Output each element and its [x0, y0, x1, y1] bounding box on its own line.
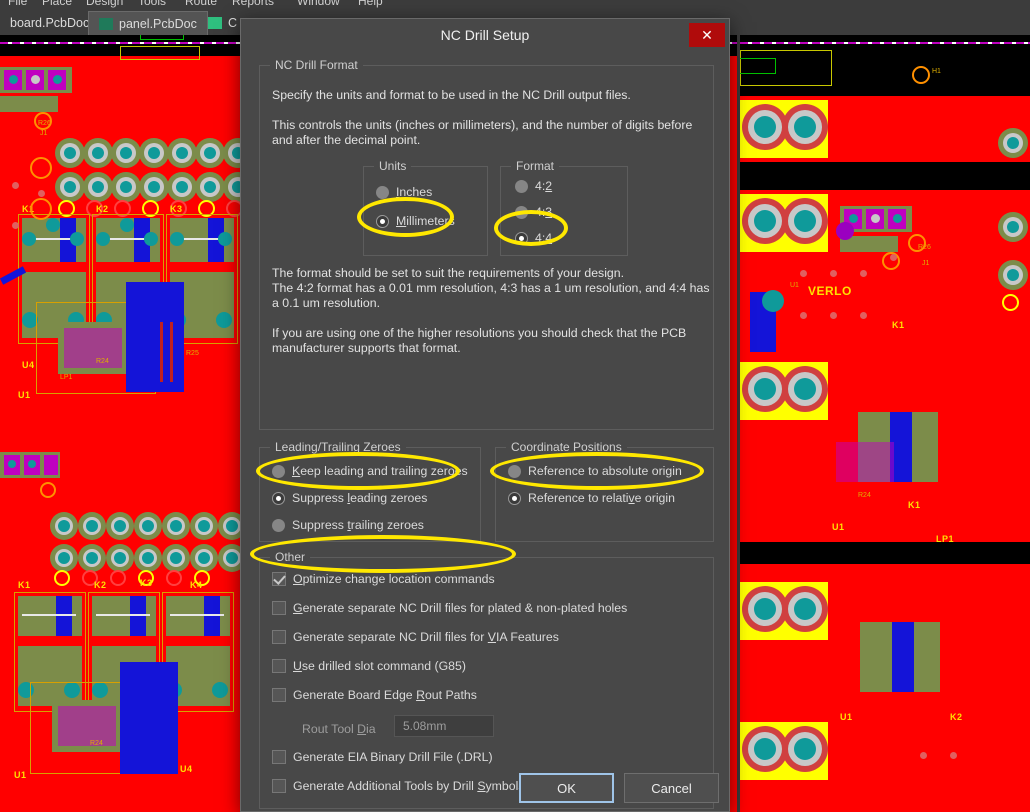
other-group: Other Optimize change location commands … — [259, 550, 714, 809]
checkbox-indicator — [272, 572, 286, 586]
generate-separate-plated-checkbox[interactable]: Generate separate NC Drill files for pla… — [272, 601, 627, 615]
menu-item-tools[interactable]: Tools — [138, 0, 166, 8]
checkbox-indicator — [272, 659, 286, 673]
radio-label: Reference to absolute origin — [528, 464, 682, 478]
checkbox-indicator — [272, 779, 286, 793]
radio-label: Millimeters — [396, 214, 455, 228]
format-paragraph-3-line1: The format should be set to suit the req… — [272, 266, 625, 280]
menu-item-file[interactable]: File — [8, 0, 27, 8]
group-label: Leading/Trailing Zeroes — [270, 440, 406, 454]
checkbox-indicator — [272, 688, 286, 702]
tab-label: panel.PcbDoc — [119, 16, 197, 31]
dialog-body: NC Drill Format Specify the units and fo… — [249, 53, 721, 809]
checkbox-label: Generate separate NC Drill files for VIA… — [293, 630, 559, 644]
nc-drill-format-group: NC Drill Format Specify the units and fo… — [259, 58, 714, 430]
format-4-4-radio[interactable]: 4:4 — [515, 231, 552, 245]
menu-bar[interactable]: File Place Design Tools Route Reports Wi… — [0, 0, 1030, 11]
keep-leading-trailing-zeroes-radio[interactable]: Keep leading and trailing zeroes — [272, 464, 468, 478]
radio-indicator — [515, 205, 528, 219]
menu-item-reports[interactable]: Reports — [232, 0, 274, 8]
generate-separate-via-checkbox[interactable]: Generate separate NC Drill files for VIA… — [272, 630, 559, 644]
pcb-view-right[interactable]: R26 J1 H1 VERLO U1 K1 R24 K1 U1 LP1 U1 K… — [740, 22, 1030, 812]
group-label: Format — [511, 159, 560, 173]
pcb-doc-icon — [208, 17, 222, 29]
rout-tool-dia-label: Rout Tool Dia — [302, 722, 376, 736]
format-paragraph-2: This controls the units (inches or milli… — [272, 118, 693, 147]
app-window: R26 J1 K1 K2 K3 U4 LP1 R24 R25 U1 K1 K2 … — [0, 0, 1030, 812]
cancel-button[interactable]: Cancel — [624, 773, 719, 803]
use-drilled-slot-checkbox[interactable]: Use drilled slot command (G85) — [272, 659, 466, 673]
group-label: Other — [270, 550, 311, 564]
tab-panel-pcbdoc[interactable]: panel.PcbDoc — [88, 11, 208, 35]
tab-label: board.PcbDoc — [10, 16, 90, 30]
radio-label: 4:2 — [535, 179, 553, 193]
radio-indicator — [515, 179, 528, 193]
units-group: Units Inches Millimeters — [363, 159, 488, 256]
rout-tool-dia-input[interactable]: 5.08mm — [394, 715, 494, 737]
radio-label: 4:3 — [535, 205, 553, 219]
format-4-2-radio[interactable]: 4:2 — [515, 179, 552, 193]
dialog-title-bar[interactable]: NC Drill Setup ✕ — [241, 19, 729, 51]
checkbox-label: Optimize change location commands — [293, 572, 495, 586]
pcb-doc-icon — [99, 17, 113, 30]
radio-indicator — [376, 185, 389, 199]
radio-indicator — [272, 491, 285, 505]
checkbox-label: Generate separate NC Drill files for pla… — [293, 601, 628, 615]
radio-label: Suppress trailing zeroes — [292, 518, 424, 532]
radio-indicator — [508, 491, 521, 505]
suppress-trailing-zeroes-radio[interactable]: Suppress trailing zeroes — [272, 518, 424, 532]
radio-indicator — [376, 214, 389, 228]
format-paragraph-1: Specify the units and format to be used … — [272, 88, 631, 102]
reference-absolute-origin-radio[interactable]: Reference to absolute origin — [508, 464, 682, 478]
radio-label: Inches — [396, 185, 433, 199]
menu-item-help[interactable]: Help — [358, 0, 383, 8]
format-paragraph-3-line3: a 0.1 um resolution. — [272, 296, 381, 310]
generate-eia-binary-checkbox[interactable]: Generate EIA Binary Drill File (.DRL) — [272, 750, 493, 764]
radio-indicator — [508, 464, 521, 478]
radio-label: Reference to relative origin — [528, 491, 675, 505]
millimeters-radio[interactable]: Millimeters — [376, 214, 455, 228]
checkbox-indicator — [272, 630, 286, 644]
menu-item-route[interactable]: Route — [185, 0, 217, 8]
nc-drill-setup-dialog[interactable]: NC Drill Setup ✕ NC Drill Format Specify… — [240, 18, 730, 812]
radio-indicator — [272, 518, 285, 532]
radio-indicator — [515, 231, 528, 245]
reference-relative-origin-radio[interactable]: Reference to relative origin — [508, 491, 675, 505]
radio-label: Keep leading and trailing zeroes — [292, 464, 468, 478]
suppress-leading-zeroes-radio[interactable]: Suppress leading zeroes — [272, 491, 427, 505]
format-paragraph-4: If you are using one of the higher resol… — [272, 326, 687, 355]
menu-item-window[interactable]: Window — [297, 0, 340, 8]
group-label: Coordinate Positions — [506, 440, 627, 454]
checkbox-indicator — [272, 750, 286, 764]
close-icon[interactable]: ✕ — [689, 23, 725, 47]
format-options-group: Format 4:2 4:3 4:4 — [500, 159, 628, 256]
tab-label: C — [228, 16, 238, 30]
checkbox-indicator — [272, 601, 286, 615]
leading-trailing-zeroes-group: Leading/Trailing Zeroes Keep leading and… — [259, 440, 481, 542]
optimize-change-location-checkbox[interactable]: Optimize change location commands — [272, 572, 495, 586]
checkbox-label: Generate EIA Binary Drill File (.DRL) — [293, 750, 493, 764]
ok-button[interactable]: OK — [519, 773, 614, 803]
checkbox-label: Generate Additional Tools by Drill Symbo… — [293, 779, 525, 793]
group-label: Units — [374, 159, 412, 173]
format-4-3-radio[interactable]: 4:3 — [515, 205, 552, 219]
checkbox-label: Use drilled slot command (G85) — [293, 659, 466, 673]
inches-radio[interactable]: Inches — [376, 185, 432, 199]
tab-board-pcbdoc[interactable]: board.PcbDoc — [0, 11, 99, 35]
generate-board-edge-rout-checkbox[interactable]: Generate Board Edge Rout Paths — [272, 688, 477, 702]
radio-label: Suppress leading zeroes — [292, 491, 428, 505]
checkbox-label: Generate Board Edge Rout Paths — [293, 688, 477, 702]
radio-indicator — [272, 464, 285, 478]
radio-label: 4:4 — [535, 231, 553, 245]
menu-item-place[interactable]: Place — [42, 0, 72, 8]
coordinate-positions-group: Coordinate Positions Reference to absolu… — [495, 440, 714, 542]
format-paragraph-3-line2: The 4:2 format has a 0.01 mm resolution,… — [272, 281, 710, 295]
page-title: NC Drill Setup — [440, 27, 530, 43]
menu-item-design[interactable]: Design — [86, 0, 123, 8]
group-label: NC Drill Format — [270, 58, 363, 72]
dialog-button-row: OK Cancel — [519, 773, 719, 803]
generate-additional-tools-checkbox[interactable]: Generate Additional Tools by Drill Symbo… — [272, 779, 524, 793]
